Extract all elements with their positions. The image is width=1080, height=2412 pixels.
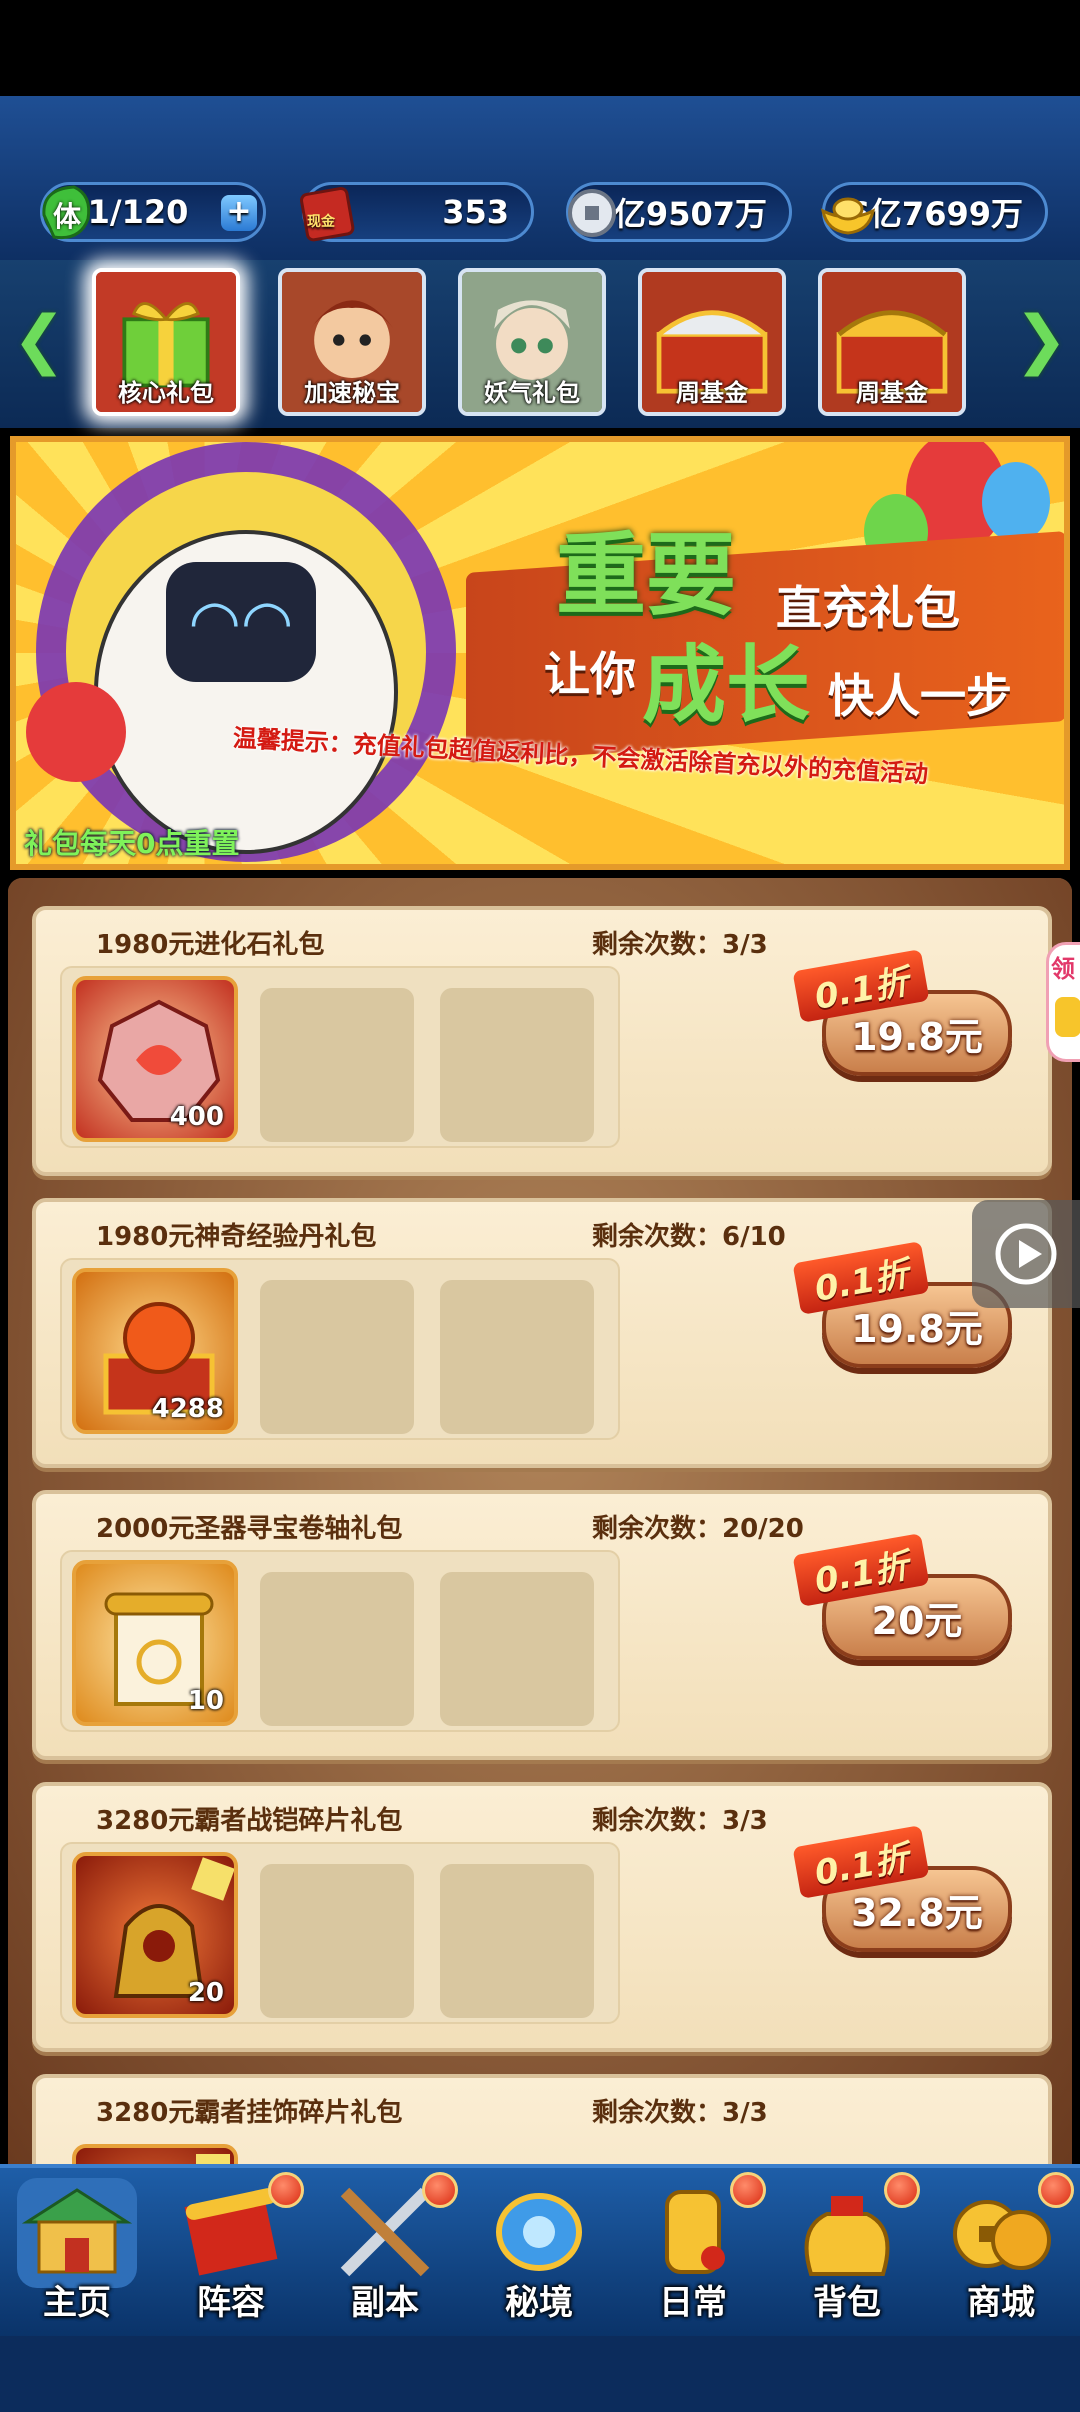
- list-item: 1980元进化石礼包 剩余次数：3/3 400 19.8元 0.1折: [32, 906, 1052, 1176]
- nav-lineup[interactable]: 阵容: [154, 2172, 308, 2332]
- reward-item[interactable]: 4288: [72, 1268, 238, 1434]
- svg-text:◠◠: ◠◠: [189, 587, 294, 657]
- nav-label: 日常: [659, 2283, 727, 2323]
- reward-item[interactable]: 10: [72, 1560, 238, 1726]
- pack-list[interactable]: 1980元进化石礼包 剩余次数：3/3 400 19.8元 0.1折 1980元…: [8, 878, 1072, 2178]
- headline-line2-big: 成长: [642, 636, 811, 734]
- tabs-right-arrow-icon[interactable]: ❯: [1006, 300, 1076, 380]
- promo-banner: ◠◠ 重要 直充礼包 让你 成长 快人一步 温馨提示：充值礼包超值返利比，不会激…: [10, 436, 1070, 870]
- remaining-count: 剩余次数：3/3: [592, 2098, 768, 2128]
- empty-slot: [440, 1864, 594, 2018]
- empty-slot: [260, 1572, 414, 1726]
- reward-item[interactable]: 400: [72, 976, 238, 1142]
- pack-title: 1980元神奇经验丹礼包: [96, 1222, 377, 1252]
- tab-label: 妖气礼包: [484, 378, 580, 407]
- empty-slot: [260, 1280, 414, 1434]
- nav-label: 主页: [43, 2283, 111, 2323]
- game-screen: 体 1/120 + 现金 353 49亿9507万 6亿7699万 ❮ ❯ 核心…: [0, 0, 1080, 2412]
- play-icon: [995, 1223, 1057, 1285]
- tabs-left-arrow-icon[interactable]: ❮: [4, 300, 74, 380]
- tab-label: 周基金: [676, 378, 748, 407]
- notification-dot: [730, 2172, 766, 2208]
- claim-label: 领: [1051, 955, 1075, 983]
- coupon-icon-label: 现金: [307, 214, 335, 230]
- nav-label: 秘境: [505, 2283, 573, 2323]
- stamina-value: 1/120: [87, 193, 189, 231]
- stamina-icon: 体: [31, 177, 101, 249]
- notification-dot: [268, 2172, 304, 2208]
- nav-dungeon[interactable]: 副本: [308, 2172, 462, 2332]
- nav-label: 商城: [967, 2283, 1035, 2323]
- pack-title: 3280元霸者挂饰碎片礼包: [96, 2098, 403, 2128]
- headline-line2-prefix: 让你: [544, 647, 636, 701]
- empty-slot: [440, 1572, 594, 1726]
- price-label: 32.8元: [851, 1890, 983, 1935]
- tab-weekly-fund-silver[interactable]: 周基金: [638, 268, 786, 416]
- silver-counter: 49亿9507万: [566, 182, 792, 242]
- pack-title: 2000元圣器寻宝卷轴礼包: [96, 1514, 403, 1544]
- remaining-count: 剩余次数：20/20: [592, 1514, 804, 1544]
- pack-title: 3280元霸者战铠碎片礼包: [96, 1806, 403, 1836]
- nav-secret-realm[interactable]: 秘境: [462, 2172, 616, 2332]
- empty-slot: [260, 1864, 414, 2018]
- gold-counter: 6亿7699万: [820, 182, 1048, 242]
- price-label: 19.8元: [851, 1014, 983, 1059]
- item-count: 20: [187, 1978, 224, 2008]
- bottom-strip: [0, 2336, 1080, 2412]
- nav-daily[interactable]: 日常: [616, 2172, 770, 2332]
- remaining-count: 剩余次数：3/3: [592, 1806, 768, 1836]
- nav-label: 背包: [813, 2283, 881, 2323]
- notification-dot: [422, 2172, 458, 2208]
- nav-bag[interactable]: 背包: [770, 2172, 924, 2332]
- home-gate-icon: [17, 2178, 137, 2288]
- headline-line2-suffix: 快人一步: [828, 669, 1012, 723]
- coupon-counter: 现金 353: [299, 182, 534, 242]
- stamina-icon-label: 体: [53, 200, 82, 233]
- price-label: 20元: [871, 1598, 963, 1643]
- claim-side-tab[interactable]: 领: [1046, 942, 1080, 1062]
- cash-coupon-icon: 现金: [293, 177, 363, 249]
- tab-core-gift[interactable]: 核心礼包: [92, 268, 240, 416]
- tab-label: 加速秘宝: [304, 378, 400, 407]
- reset-note: 礼包每天0点重置: [24, 827, 240, 860]
- tab-label: 周基金: [856, 378, 928, 407]
- tab-demon-gift[interactable]: 妖气礼包: [458, 268, 606, 416]
- tab-weekly-fund-gold[interactable]: 周基金: [818, 268, 966, 416]
- nav-home[interactable]: 主页: [0, 2172, 154, 2332]
- nav-label: 副本: [351, 2283, 419, 2323]
- list-item: 2000元圣器寻宝卷轴礼包 剩余次数：20/20 10 20元 0.1折: [32, 1490, 1052, 1760]
- tab-label: 核心礼包: [118, 378, 214, 407]
- price-label: 19.8元: [851, 1306, 983, 1351]
- coupon-value: 353: [442, 193, 509, 231]
- list-item: 3280元霸者挂饰碎片礼包 剩余次数：3/3: [32, 2074, 1052, 2178]
- list-item: 1980元神奇经验丹礼包 剩余次数：6/10 4288 19.8元 0.1折: [32, 1198, 1052, 1468]
- item-count: 10: [187, 1686, 224, 1716]
- pack-title: 1980元进化石礼包: [96, 930, 325, 960]
- empty-slot: [440, 1280, 594, 1434]
- notification-dot: [884, 2172, 920, 2208]
- remaining-count: 剩余次数：6/10: [592, 1222, 786, 1252]
- notification-dot: [1038, 2172, 1074, 2208]
- item-count: 400: [169, 1102, 224, 1132]
- reward-item[interactable]: 20: [72, 1852, 238, 2018]
- item-count: 4288: [151, 1394, 224, 1424]
- tab-speed-treasure[interactable]: 加速秘宝: [278, 268, 426, 416]
- add-stamina-button[interactable]: +: [221, 195, 257, 231]
- claim-plus-icon: [1055, 997, 1080, 1037]
- empty-slot: [440, 988, 594, 1142]
- nav-label: 阵容: [197, 2283, 265, 2323]
- empty-slot: [260, 988, 414, 1142]
- lucky-cat-robot-icon: ◠◠: [26, 442, 456, 862]
- stamina-counter: 体 1/120 +: [40, 182, 266, 242]
- headline-big: 重要: [556, 523, 736, 628]
- silver-coin-icon: [557, 177, 627, 249]
- gold-ingot-icon: [813, 177, 883, 249]
- list-item: 3280元霸者战铠碎片礼包 剩余次数：3/3 20 32.8元 0.1折: [32, 1782, 1052, 2052]
- remaining-count: 剩余次数：3/3: [592, 930, 768, 960]
- play-video-button[interactable]: [972, 1200, 1080, 1308]
- nav-shop[interactable]: 商城: [924, 2172, 1078, 2332]
- secret-realm-icon: [496, 2193, 582, 2271]
